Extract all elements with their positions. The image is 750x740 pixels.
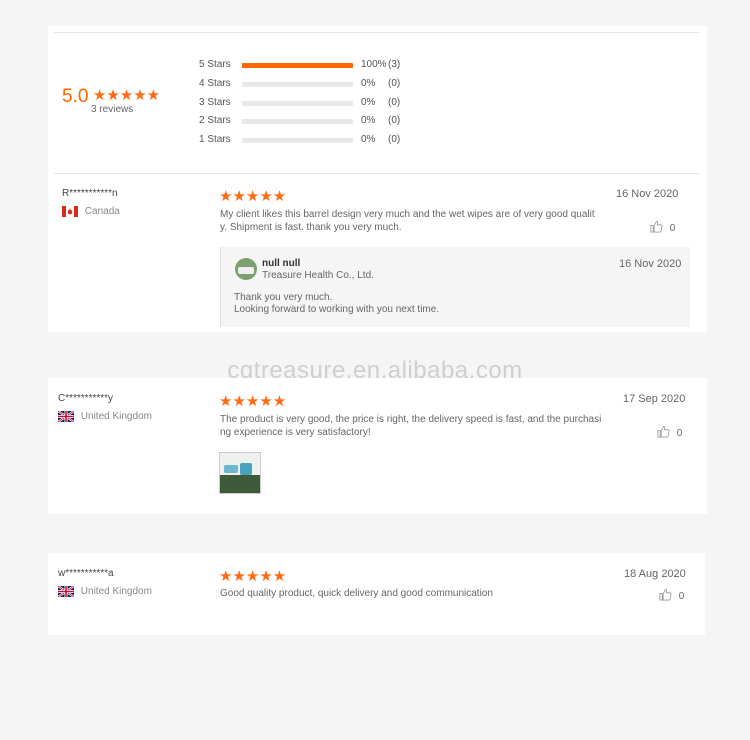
review-text: My client likes this barrel design very … xyxy=(220,209,595,233)
rating-count: (0) xyxy=(388,96,401,108)
seller-avatar xyxy=(235,258,257,280)
star-level-label: 5 Stars xyxy=(199,59,231,70)
review-panel-2: C***********y United Kingdom ★★★★★ 17 Se… xyxy=(48,378,707,514)
section-divider xyxy=(54,173,699,174)
thumbs-up-icon xyxy=(650,220,663,233)
rating-percent: 0% xyxy=(361,134,376,146)
seller-company: Treasure Health Co., Ltd. xyxy=(262,270,374,281)
rating-count: (0) xyxy=(388,77,401,89)
rating-bar xyxy=(242,100,353,106)
reviewer-country: United Kingdom xyxy=(58,586,152,597)
average-score: 5.0 xyxy=(62,86,89,107)
review-date: 18 Aug 2020 xyxy=(624,568,686,580)
rating-percent: 0% xyxy=(361,77,376,89)
rating-percent: 100% xyxy=(361,59,387,70)
uk-flag-icon xyxy=(58,586,74,597)
review-panel-1: 5.0 ★★★★★ 3 reviews 5 Stars 100% (3) 4 Star… xyxy=(48,26,707,332)
review-count: 3 reviews xyxy=(91,104,134,115)
review-stars: ★★★★★ xyxy=(219,188,287,205)
like-button[interactable]: 0 xyxy=(659,588,684,604)
rating-bar-fill xyxy=(242,63,353,68)
rating-count: (0) xyxy=(388,115,401,127)
rating-count: (0) xyxy=(388,134,401,146)
reviewer-name: C***********y xyxy=(58,393,114,404)
like-count: 0 xyxy=(676,428,683,439)
star-level-label: 1 Stars xyxy=(199,134,231,146)
reviewer-country: United Kingdom xyxy=(58,411,152,422)
rating-bar xyxy=(242,119,353,125)
rating-breakdown-row[interactable]: 5 Stars 100% (3) xyxy=(199,59,459,71)
star-level-label: 3 Stars xyxy=(199,96,231,108)
top-divider xyxy=(54,32,699,33)
like-count: 0 xyxy=(678,591,685,602)
rating-breakdown-row[interactable]: 3 Stars 0% (0) xyxy=(199,97,459,109)
canada-flag-icon xyxy=(62,206,78,217)
rating-bar xyxy=(242,63,353,68)
rating-bar xyxy=(242,81,353,87)
like-button[interactable]: 0 xyxy=(657,425,682,441)
reply-date: 16 Nov 2020 xyxy=(619,258,682,270)
rating-breakdown-row[interactable]: 1 Stars 0% (0) xyxy=(199,134,459,146)
seller-reply: null null Treasure Health Co., Ltd. 16 N… xyxy=(220,247,690,327)
reviewer-country: Canada xyxy=(62,206,120,217)
thumbs-up-icon xyxy=(657,425,670,438)
uk-flag-icon xyxy=(58,411,74,422)
like-count: 0 xyxy=(669,223,676,234)
reviewer-name: R***********n xyxy=(62,188,118,199)
rating-percent: 0% xyxy=(361,96,376,108)
review-text: The product is very good, the price is r… xyxy=(220,414,602,438)
star-level-label: 2 Stars xyxy=(199,115,231,127)
review-panel-3: w***********a United Kingdom ★★★★★ 18 Au… xyxy=(48,553,705,635)
star-level-label: 4 Stars xyxy=(199,77,231,89)
rating-percent: 0% xyxy=(361,115,376,127)
reply-text: Thank you very much. Looking forward to … xyxy=(234,292,440,315)
review-stars: ★★★★★ xyxy=(219,568,287,585)
average-stars: ★★★★★ xyxy=(92,87,161,104)
rating-breakdown-row[interactable]: 2 Stars 0% (0) xyxy=(199,115,459,127)
like-button[interactable]: 0 xyxy=(650,220,675,236)
rating-bar xyxy=(242,138,353,144)
reviewer-name: w***********a xyxy=(58,568,114,579)
thumbs-up-icon xyxy=(659,588,672,601)
rating-breakdown-row[interactable]: 4 Stars 0% (0) xyxy=(199,78,459,90)
review-photo-thumbnail[interactable] xyxy=(219,452,261,494)
review-date: 17 Sep 2020 xyxy=(623,393,686,405)
seller-name: null null xyxy=(262,258,301,269)
review-stars: ★★★★★ xyxy=(219,393,287,410)
review-text: Good quality product, quick delivery and… xyxy=(220,588,493,599)
rating-count: (3) xyxy=(388,59,401,70)
review-date: 16 Nov 2020 xyxy=(616,188,679,200)
